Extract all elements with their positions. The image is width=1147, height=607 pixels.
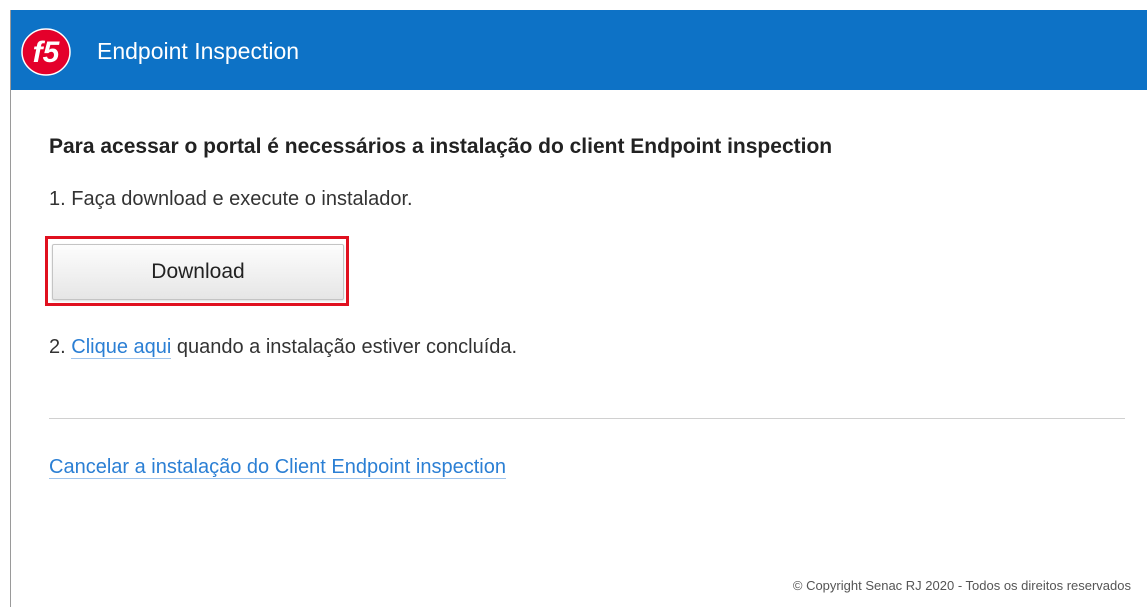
step-2-text: 2. Clique aqui quando a instalação estiv…	[49, 334, 517, 360]
download-button[interactable]: Download	[52, 244, 344, 300]
page-heading: Para acessar o portal é necessários a in…	[49, 135, 833, 158]
divider	[49, 418, 1125, 419]
step-1-text: 1. Faça download e execute o instalador.	[49, 188, 413, 210]
header-bar: f5 Endpoint Inspection	[11, 10, 1147, 90]
svg-text:f5: f5	[33, 36, 61, 69]
copyright-text: © Copyright Senac RJ 2020 - Todos os dir…	[792, 578, 1131, 593]
f5-logo: f5	[21, 28, 71, 76]
page-frame: f5 Endpoint Inspection Para acessar o po…	[10, 10, 1147, 607]
step-2-suffix: quando a instalação estiver concluída.	[171, 336, 518, 358]
cancel-installation-link[interactable]: Cancelar a instalação do Client Endpoint…	[49, 456, 506, 479]
step-2-prefix: 2.	[49, 336, 72, 358]
click-here-link[interactable]: Clique aqui	[71, 336, 172, 359]
app-title: Endpoint Inspection	[97, 38, 300, 64]
cancel-installation-row: Cancelar a instalação do Client Endpoint…	[49, 454, 506, 480]
